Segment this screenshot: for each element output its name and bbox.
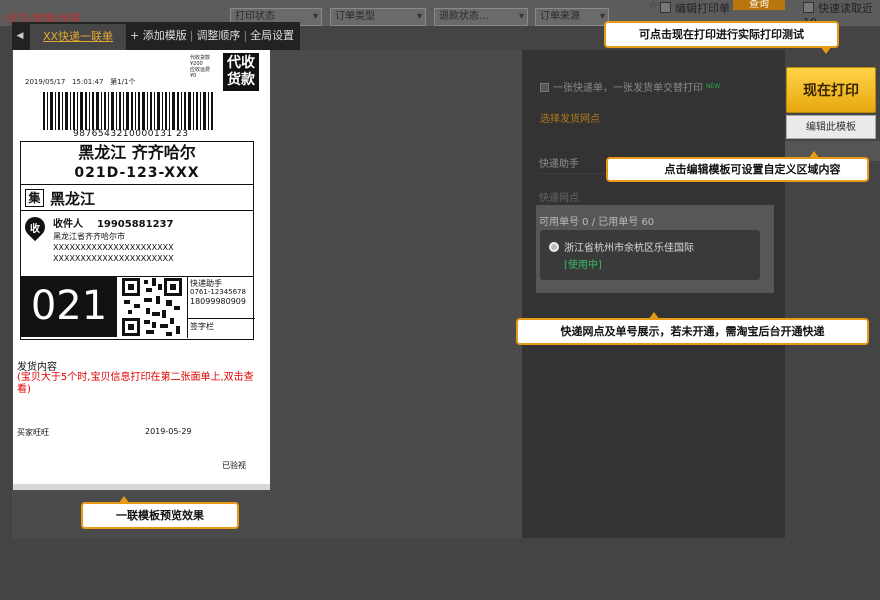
- edit-tip-callout: 点击编辑模板可设置自定义区域内容: [606, 151, 869, 182]
- node-status: [使用中]: [564, 260, 602, 271]
- alternate-print-option[interactable]: 一张快递单，一张发货单交替打印 NEW: [540, 79, 720, 94]
- receiver-pin-text: 收: [30, 224, 40, 235]
- collapse-arrow-icon[interactable]: ◀: [12, 22, 28, 50]
- print-tip-callout: 可点击现在打印进行实际打印测试: [604, 21, 839, 54]
- order-source-select[interactable]: 订单来源: [535, 8, 609, 26]
- sort-code: 021: [21, 277, 117, 337]
- destination-province: 黑龙江 齐齐哈尔: [78, 143, 196, 162]
- signature-field: 签字栏: [187, 319, 255, 338]
- route-code: 021D-123-XXX: [74, 165, 200, 181]
- cod-badge: 代收货款: [223, 53, 259, 91]
- refund-status-select[interactable]: 退款状态...: [434, 8, 528, 26]
- edit-print-checkbox[interactable]: 编辑打印单: [660, 0, 730, 16]
- search-button[interactable]: 查询: [733, 0, 785, 10]
- receiver-phone: 19905881237: [96, 219, 174, 230]
- alternate-print-label: 一张快递单，一张发货单交替打印: [553, 83, 703, 94]
- collection-badge: 集: [25, 189, 44, 207]
- helper-section-label: 快递助手: [539, 159, 579, 170]
- new-badge: NEW: [706, 83, 721, 90]
- print-date: 2019/05/17: [25, 78, 66, 86]
- address-line: 黑龙江省齐齐哈尔市: [53, 232, 125, 241]
- select-node-link[interactable]: 选择发货网点: [540, 110, 600, 125]
- add-template-link[interactable]: + 添加模版: [130, 29, 187, 42]
- waybill-counts: 可用单号 0 / 已用单号 60: [539, 217, 655, 228]
- print-time: 15:01:47: [72, 78, 104, 86]
- receiver-name: 收件人 19905881237: [53, 215, 173, 230]
- page-count: 第1/1个: [110, 78, 136, 86]
- global-settings-link[interactable]: 全局设置: [250, 29, 294, 42]
- node-section-label: 快递网点: [539, 193, 579, 204]
- template-tab-bar: ◀ XX快递一联单 + 添加模版 | 调整顺序 | 全局设置: [12, 22, 300, 50]
- collection-row: 集 黑龙江: [21, 185, 253, 211]
- waybill-table: 黑龙江 齐齐哈尔 021D-123-XXX 集 黑龙江 收 收件人 199058…: [20, 141, 255, 340]
- helper-phone-1: 0761-12345678: [190, 288, 246, 296]
- qr-code-image: [122, 278, 182, 336]
- buyer-label: 买家旺旺: [17, 428, 49, 437]
- tab-active-template[interactable]: XX快递一联单: [30, 24, 126, 50]
- address-line: XXXXXXXXXXXXXXXXXXXXXX: [53, 243, 174, 252]
- node-item[interactable]: 浙江省杭州市余杭区乐佳国际 [使用中]: [540, 230, 760, 280]
- barcode-image: [43, 92, 213, 130]
- tab-actions: + 添加模版 | 调整顺序 | 全局设置: [130, 29, 295, 42]
- edit-template-button[interactable]: 编辑此模板: [786, 115, 876, 139]
- code-row: 021 快递助手 0761-12345678 18099980909 签字栏: [21, 277, 255, 339]
- node-address: 浙江省杭州市余杭区乐佳国际: [564, 243, 694, 254]
- preview-tip-callout: 一联模板预览效果: [81, 496, 239, 529]
- barcode-number: 9876543210000131 23: [73, 129, 189, 139]
- print-meta: 2019/05/17 15:01:47 第1/1个: [25, 77, 135, 87]
- reorder-link[interactable]: 调整顺序: [196, 29, 240, 42]
- star-icon[interactable]: ☆: [648, 0, 658, 11]
- goods-title: 发货内容: [17, 362, 57, 373]
- receiver-label: 收件人: [53, 219, 83, 230]
- ship-date: 2019-05-29: [145, 427, 192, 436]
- helper-box: 快递助手 0761-12345678 18099980909: [187, 277, 255, 319]
- receiver-row: 收 收件人 19905881237 黑龙江省齐齐哈尔市 XXXXXXXXXXXX…: [20, 211, 253, 277]
- destination-row: 黑龙江 齐齐哈尔 021D-123-XXX: [21, 142, 253, 185]
- alternate-print-checkbox[interactable]: [540, 83, 549, 92]
- print-now-button[interactable]: 现在打印: [786, 67, 876, 113]
- waybill-preview: 2019/05/17 15:01:47 第1/1个 代收货款 ¥200 应收运费…: [13, 50, 270, 484]
- address-line: XXXXXXXXXXXXXXXXXXXXXX: [53, 254, 174, 263]
- node-radio[interactable]: [549, 242, 559, 252]
- cod-small-text: 代收货款 ¥200 应收运费 ¥0: [190, 55, 210, 79]
- cod-line: ¥0: [190, 73, 197, 79]
- collection-text: 黑龙江: [50, 190, 96, 208]
- helper-title: 快递助手: [190, 279, 222, 288]
- helper-phone-2: 18099980909: [190, 297, 246, 306]
- inspected-label: 已验视: [222, 461, 246, 470]
- node-list: 可用单号 0 / 已用单号 60 浙江省杭州市余杭区乐佳国际 [使用中]: [536, 205, 774, 293]
- order-type-select[interactable]: 订单类型: [330, 8, 426, 26]
- goods-note: (宝贝大于5个时,宝贝信息打印在第二张面单上,双击查看): [17, 372, 254, 395]
- node-tip-callout: 快递网点及单号展示，若未开通，需淘宝后台开通快递: [516, 312, 869, 345]
- preview-bottom-edge: [13, 484, 270, 490]
- receiver-address: 黑龙江省齐齐哈尔市 XXXXXXXXXXXXXXXXXXXXXX XXXXXXX…: [53, 231, 174, 264]
